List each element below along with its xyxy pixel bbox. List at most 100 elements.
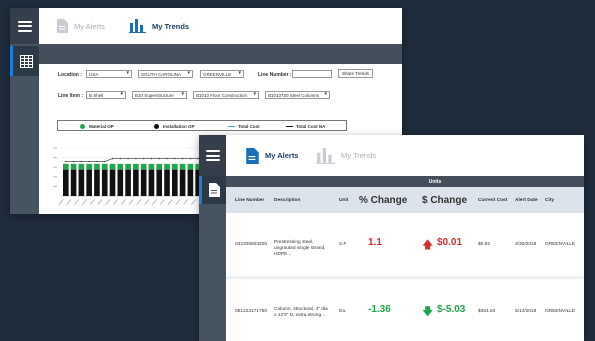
menu-button[interactable] [199,135,226,176]
nav-table-item[interactable] [10,46,39,76]
table-header: Line Number Description Unit % Change $ … [226,187,584,213]
material-bar [133,163,139,170]
chevron-down-icon: ▾ [238,70,241,76]
select-value: USA [89,72,99,77]
state-select[interactable]: SOUTH CAROLINA ▾ [138,70,193,78]
col-unit[interactable]: Unit [339,187,348,213]
x-tick-label [151,199,158,206]
col-current-cost[interactable]: Current Cost [478,187,507,213]
units-header: Units [226,176,584,187]
total-cost-point [111,157,114,160]
legend-item: Material OP [80,122,114,130]
hamburger-icon [205,150,220,161]
country-select[interactable]: USA ▾ [86,70,132,78]
chevron-down-icon: ▾ [120,91,123,97]
select-value: B1010 Floor Construction [196,93,248,98]
total-cost-point [174,157,176,160]
total-cost-point [158,157,160,160]
select-value: B Shell [89,93,104,98]
chevron-down-icon: ▾ [187,70,190,76]
tab-my-trends[interactable]: My Trends [129,8,189,44]
line-item-select-1[interactable]: B Shell ▾ [86,91,126,99]
x-tick-label [89,199,95,206]
material-bar [140,163,147,170]
tab-my-trends[interactable]: My Trends [316,135,376,176]
city-select[interactable]: GREENVILLE ▾ [200,70,244,78]
legend-item: Total Cost NA [286,122,325,130]
material-bar [86,163,92,170]
legend-label: Total Cost NA [296,123,326,129]
material-bar [78,163,85,170]
select-value: SOUTH CAROLINA [141,72,182,77]
installation-bar [63,169,69,196]
tab-my-alerts[interactable]: My Alerts [57,8,105,44]
blue-line-icon [228,125,235,127]
line-item-select-3[interactable]: B1010 Floor Construction ▾ [193,91,259,99]
line-item-select-2[interactable]: B10 Superstructure ▾ [132,91,187,99]
x-tick-label [159,199,165,206]
table-grid-icon [19,54,33,68]
installation-bar [125,169,131,196]
menu-button[interactable] [10,8,39,44]
chevron-down-icon: ▾ [324,91,327,97]
alerts-window: My Alerts My Trends Units Line Number De… [199,135,584,341]
col-usd-change[interactable]: $ Change [422,187,467,213]
green-dot-icon [80,123,85,129]
location-label: Location : [58,72,82,78]
col-alert-date[interactable]: Alert Date [515,187,538,213]
cell-current-cost: $364.64 [478,309,496,314]
total-cost-point [104,160,106,163]
cell-line-number: 032305503200 [235,242,268,247]
total-cost-point [127,157,129,160]
material-bar [117,163,124,170]
line-number-input[interactable] [292,70,332,78]
installation-bar [156,169,163,196]
material-bar [179,163,186,170]
x-tick-label [66,199,72,206]
trends-tab-bar: My Alerts My Trends [39,8,402,44]
total-cost-point [119,157,122,160]
x-tick-label [190,199,197,206]
col-description[interactable]: Description [274,187,300,213]
bar-chart-icon [129,19,146,33]
material-bar [187,163,194,170]
col-pct-change[interactable]: % Change [359,187,407,213]
installation-bar [148,169,155,196]
cell-description: Column, structural, 4" dia x 12'0" D, ex… [274,307,328,318]
installation-bar [172,169,178,196]
col-city[interactable]: City [545,187,554,213]
installation-bar [70,169,77,196]
y-tick-mark [53,166,57,168]
nav-alerts-item[interactable] [199,176,226,204]
y-tick-mark [53,157,57,159]
installation-bar [94,169,100,196]
cell-pct-change: 1.1 [368,237,382,248]
total-cost-point [72,160,75,163]
cell-alert-date: 5/14/2018 [515,309,537,314]
y-tick-mark [53,147,57,149]
tab-my-alerts[interactable]: My Alerts [246,135,298,176]
select-value: GREENVILLE [203,72,232,77]
select-value: B10 Superstructure [135,93,174,98]
cell-pct-change: -1.36 [368,304,391,315]
document-icon [57,19,68,33]
x-tick-label [97,199,103,206]
table-row[interactable]: 051223171750 Column, structural, 4" dia … [226,279,584,341]
col-line-number[interactable]: Line Number [235,187,264,213]
installation-bar [179,169,186,196]
line-item-select-4[interactable]: B1010720 Steel Columns ▾ [265,91,330,99]
x-tick-label [144,199,150,206]
up-arrow-icon: 🡅 [422,239,434,251]
x-tick-label [167,199,173,206]
share-trends-button[interactable]: Share Trends [338,69,374,78]
material-bar [109,163,116,170]
cell-description: Prestressing steel, ungrouted single str… [274,240,326,257]
x-tick-label [136,199,142,206]
material-bar [94,163,100,170]
table-row[interactable]: 032305503200 Prestressing steel, ungrout… [226,213,584,276]
x-tick-label [120,199,127,206]
black-line-icon [286,125,293,127]
tab-label: My Trends [152,21,190,31]
material-bar [101,163,108,170]
x-tick-label [58,199,64,206]
